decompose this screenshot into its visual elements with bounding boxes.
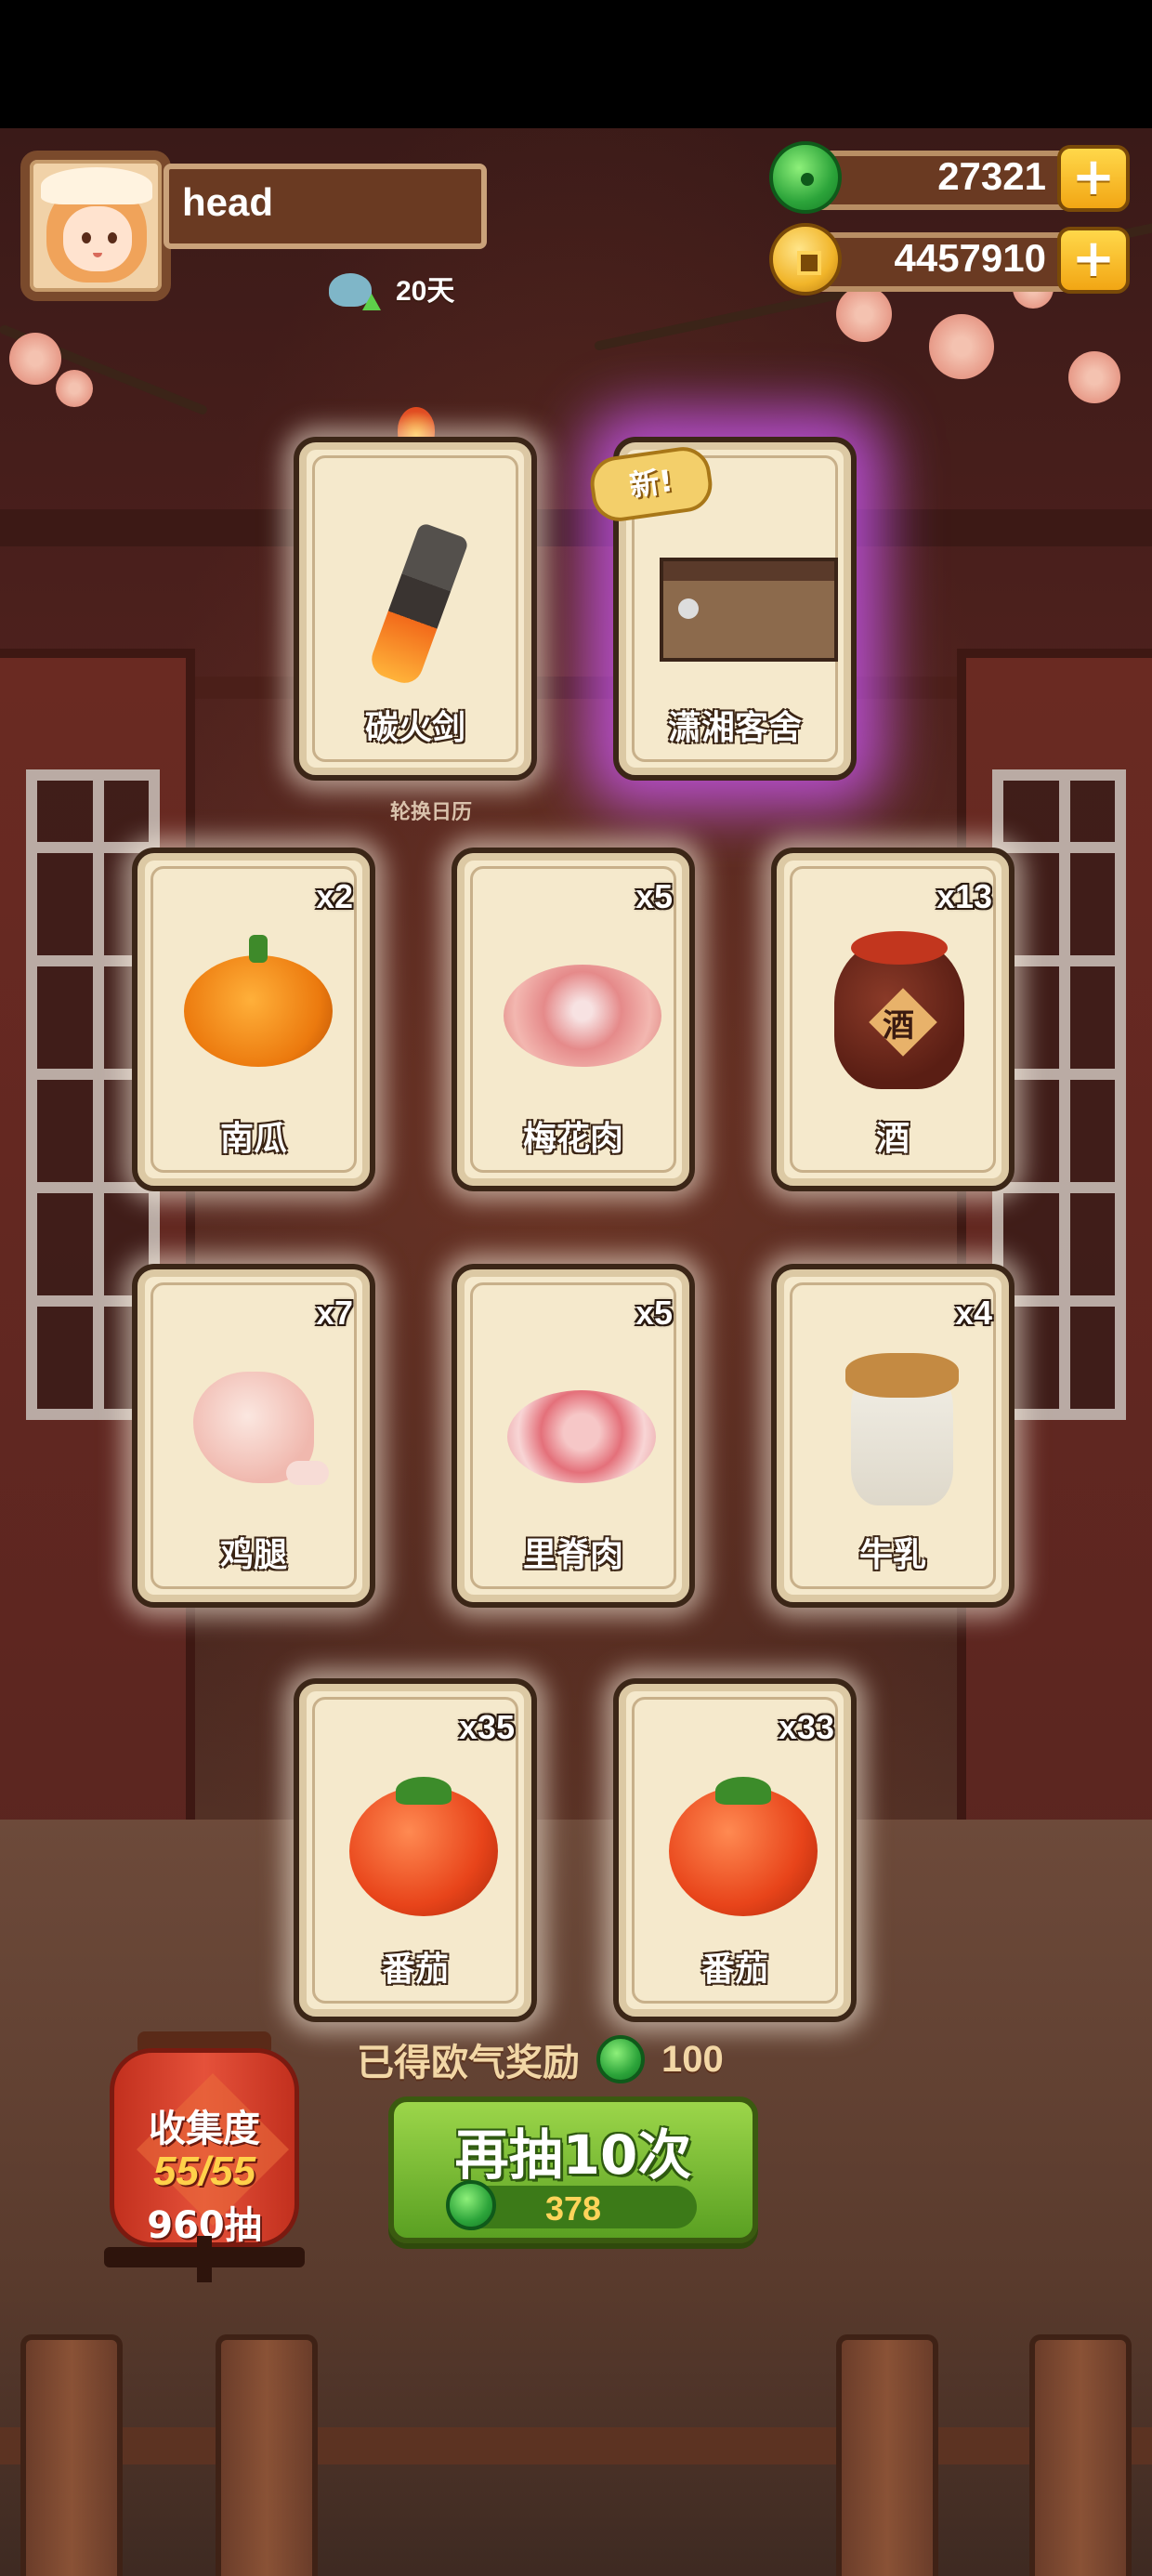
collection-title: 收集度 [149, 2108, 260, 2150]
card-label: 潇湘客舍 [667, 709, 802, 747]
gold-currency: 4457910 + [769, 223, 1130, 296]
draw-again-label: 再抽10次 [454, 2123, 692, 2187]
draw-cost-amount: 378 [544, 2189, 602, 2228]
reward-card[interactable]: x13 酒 酒 [771, 848, 1015, 1191]
day-counter: 20天 [329, 262, 454, 314]
tomato-icon [669, 1777, 818, 1916]
calendar-label: 轮换日历 [390, 801, 473, 824]
reward-card[interactable]: x35 番茄 [294, 1678, 537, 2022]
reward-card[interactable]: x2 南瓜 [132, 848, 375, 1191]
gold-amount: 4457910 [894, 236, 1046, 280]
player-name-plate: head [164, 164, 487, 249]
wall-beam [0, 509, 1152, 546]
card-label: 番茄 [381, 1951, 449, 1989]
reward-card[interactable]: x4 牛乳 [771, 1264, 1015, 1608]
reward-card[interactable]: x5 梅花肉 [452, 848, 695, 1191]
card-quantity: x4 [954, 1294, 992, 1332]
jade-icon [596, 2035, 645, 2083]
draw-cost: 378 [446, 2180, 697, 2230]
collection-progress: 55/55 [152, 2149, 256, 2194]
luck-reward-text: 已得欧气奖励 [357, 2042, 580, 2084]
meat-icon [504, 965, 661, 1067]
building-icon [660, 558, 838, 662]
jade-amount: 27321 [937, 154, 1046, 198]
card-label: 番茄 [700, 1951, 768, 1989]
card-quantity: x2 [315, 877, 353, 915]
card-label: 碳火剑 [364, 709, 465, 747]
luck-reward-amount: 100 [661, 2038, 724, 2080]
wine-jar-label: 酒 [883, 1007, 914, 1045]
card-quantity: x7 [315, 1294, 353, 1332]
card-label: 梅花肉 [522, 1120, 623, 1158]
card-label: 南瓜 [219, 1120, 287, 1158]
card-quantity: x35 [458, 1708, 515, 1746]
sword-icon [366, 521, 470, 689]
milk-jar-icon [845, 1353, 959, 1505]
reward-card[interactable]: x5 里脊肉 [452, 1264, 695, 1608]
jade-icon [769, 141, 842, 214]
blossom-icon [1068, 351, 1120, 403]
luck-reward-line: 已得欧气奖励 100 [357, 2030, 724, 2089]
card-label: 酒 [875, 1120, 910, 1158]
collection-lantern[interactable]: 收集度 55/55 960抽 [104, 2031, 305, 2282]
day-count: 20天 [396, 276, 455, 307]
pumpkin-icon [184, 935, 333, 1067]
blossom-icon [9, 333, 61, 385]
bowl-level-icon [329, 266, 381, 310]
gold-coin-icon [769, 223, 842, 296]
card-quantity: x5 [635, 1294, 673, 1332]
card-quantity: x13 [936, 877, 992, 915]
card-quantity: x33 [778, 1708, 834, 1746]
blossom-icon [56, 370, 93, 407]
player-avatar[interactable] [20, 151, 171, 301]
drumstick-icon [193, 1372, 329, 1485]
tomato-icon [349, 1777, 498, 1916]
add-gold-button[interactable]: + [1057, 227, 1130, 294]
card-label: 鸡腿 [219, 1536, 287, 1574]
card-label: 里脊肉 [522, 1536, 623, 1574]
card-quantity: x5 [635, 877, 673, 915]
add-jade-button[interactable]: + [1057, 145, 1130, 212]
tenderloin-icon [507, 1390, 656, 1483]
reward-card[interactable]: 碳火剑 [294, 437, 537, 781]
blossom-icon [929, 314, 994, 379]
card-label: 牛乳 [858, 1536, 926, 1574]
jade-currency: 27321 + [769, 141, 1130, 214]
reward-card[interactable]: x7 鸡腿 [132, 1264, 375, 1608]
reward-card[interactable]: x33 番茄 [613, 1678, 857, 2022]
status-bar [0, 0, 1152, 128]
wine-jar-icon: 酒 [834, 931, 964, 1089]
player-name: head [182, 180, 274, 224]
draw-again-button[interactable]: 再抽10次 378 [388, 2096, 758, 2243]
